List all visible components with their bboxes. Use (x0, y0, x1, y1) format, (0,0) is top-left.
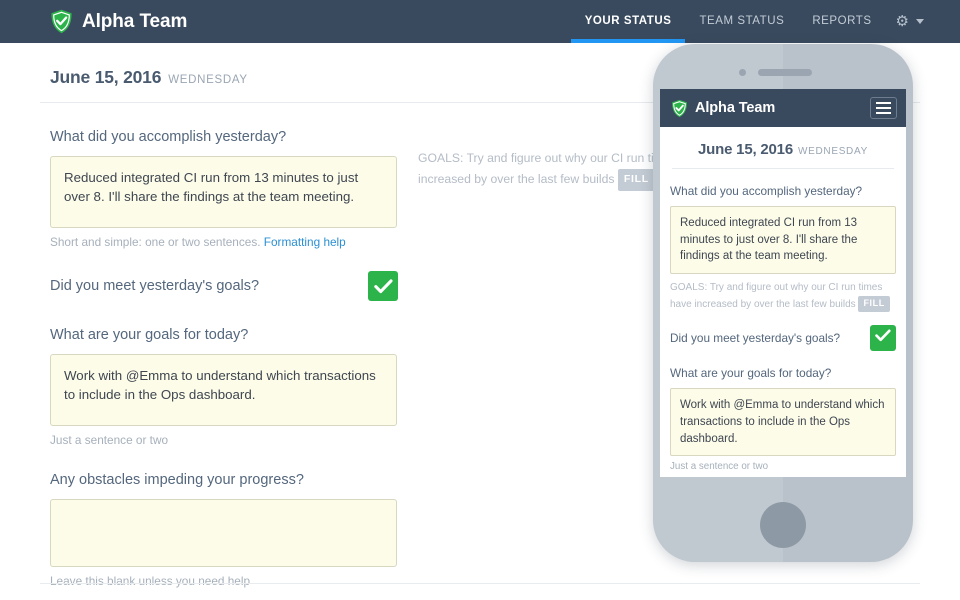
home-button-icon[interactable] (760, 502, 806, 548)
phone-question-label-today-goals: What are your goals for today? (670, 366, 832, 381)
answer-obstacles-textarea[interactable] (50, 499, 397, 567)
checkmark-icon (875, 329, 891, 347)
phone-question-label-met-goals: Did you meet yesterday's goals? (670, 331, 841, 346)
phone-hint-today-goals: Just a sentence or two (670, 461, 769, 473)
hamburger-bar (876, 112, 891, 114)
fill-badge-button[interactable]: FILL (617, 168, 655, 191)
phone-header-divider (672, 168, 894, 169)
checkmark-icon (373, 278, 393, 294)
gear-icon: ⚙ (895, 13, 909, 30)
settings-menu-button[interactable]: ⚙ (886, 0, 934, 43)
phone-page-date: June 15, 2016 (698, 141, 793, 158)
speaker-grill-icon (758, 69, 812, 76)
phone-date-heading: June 15, 2016 WEDNESDAY (670, 141, 896, 158)
nav-links: YOUR STATUS TEAM STATUS REPORTS ⚙ (570, 0, 960, 43)
phone-page-body: June 15, 2016 WEDNESDAY What did you acc… (660, 141, 906, 477)
footer-divider (40, 583, 920, 584)
caret-down-icon (916, 19, 924, 24)
phone-brand-logo-link[interactable]: Alpha Team (671, 99, 775, 118)
previous-goals-prefix: GOALS: (418, 151, 464, 165)
nav-link-your-status[interactable]: YOUR STATUS (570, 0, 686, 43)
hamburger-bar (876, 102, 891, 104)
phone-previous-goals-note: GOALS: Try and figure out why our CI run… (670, 280, 896, 313)
brand-logo-link[interactable]: Alpha Team (50, 0, 187, 43)
phone-question-label-accomplished: What did you accomplish yesterday? (670, 184, 863, 198)
met-goals-yes-checkbox[interactable] (368, 271, 398, 301)
shield-check-icon (50, 9, 73, 34)
question-label-met-goals: Did you meet yesterday's goals? (50, 278, 260, 294)
brand-name: Alpha Team (82, 10, 188, 32)
phone-answer-accomplished-textarea[interactable]: Reduced integrated CI run from 13 minute… (670, 206, 896, 275)
phone-question-row-met-goals: Did you meet yesterday's goals? (670, 325, 896, 352)
question-row-met-goals: Did you meet yesterday's goals? (0, 271, 398, 301)
page-day-of-week: WEDNESDAY (168, 74, 248, 86)
answer-accomplished-textarea[interactable]: Reduced integrated CI run from 13 minute… (50, 156, 397, 228)
phone-mockup: Alpha Team June 15, 2016 WEDNESDAY What … (653, 44, 913, 562)
answer-today-goals-textarea[interactable]: Work with @Emma to understand which tran… (50, 354, 397, 426)
formatting-help-link[interactable]: Formatting help (264, 235, 346, 249)
shield-check-icon (671, 99, 688, 118)
phone-brand-name: Alpha Team (695, 100, 776, 116)
hamburger-menu-icon[interactable] (870, 97, 897, 119)
phone-previous-goals-prefix: GOALS: (670, 282, 708, 294)
hint-accomplished-text: Short and simple: one or two sentences. (50, 235, 261, 249)
hamburger-bar (876, 107, 891, 109)
phone-answer-today-goals-textarea[interactable]: Work with @Emma to understand which tran… (670, 388, 896, 457)
phone-screen: Alpha Team June 15, 2016 WEDNESDAY What … (660, 89, 906, 477)
camera-dot-icon (739, 69, 746, 76)
hint-obstacles: Leave this blank unless you need help (50, 574, 251, 588)
page-date: June 15, 2016 (50, 67, 162, 87)
phone-met-goals-yes-checkbox[interactable] (870, 325, 896, 352)
phone-top-navigation-bar: Alpha Team (660, 89, 906, 127)
phone-page-day-of-week: WEDNESDAY (797, 146, 868, 157)
nav-link-reports[interactable]: REPORTS (798, 0, 885, 43)
top-navigation-bar: Alpha Team YOUR STATUS TEAM STATUS REPOR… (0, 0, 960, 43)
app-screenshot: Alpha Team YOUR STATUS TEAM STATUS REPOR… (0, 0, 960, 600)
phone-fill-badge-button[interactable]: FILL (858, 295, 890, 313)
nav-link-team-status[interactable]: TEAM STATUS (685, 0, 798, 43)
